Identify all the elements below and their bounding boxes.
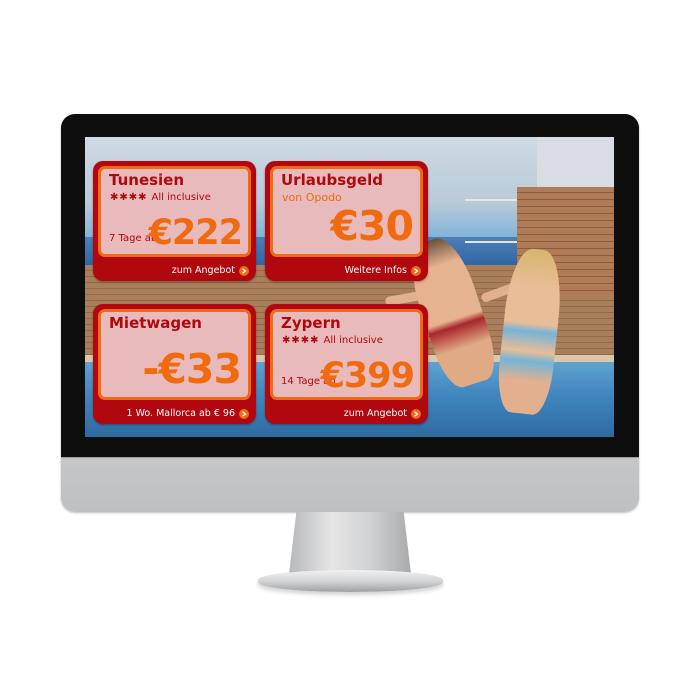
offer-price: €30 bbox=[330, 202, 414, 250]
stars-rating: ✱✱✱✱ bbox=[282, 335, 320, 346]
monitor-stand-neck bbox=[289, 512, 411, 574]
offer-price: €222 bbox=[148, 213, 243, 253]
offer-link[interactable]: zum Angebot bbox=[344, 408, 421, 419]
offer-card-panel: Urlaubsgeld von Opodo €30 bbox=[270, 166, 423, 257]
offer-board-type: All inclusive bbox=[151, 192, 211, 203]
stars-rating: ✱✱✱✱ bbox=[110, 192, 148, 203]
chevron-right-icon bbox=[411, 265, 421, 276]
offer-card-urlaubsgeld[interactable]: Urlaubsgeld von Opodo €30 Weitere Infos bbox=[265, 161, 428, 281]
monitor-chin-divider bbox=[61, 457, 639, 458]
offer-card-panel: Tunesien ✱✱✱✱ All inclusive 7 Tage ab €22… bbox=[98, 166, 251, 257]
offer-link-label: zum Angebot bbox=[343, 408, 407, 419]
offer-link-label: zum Angebot bbox=[171, 265, 235, 276]
offer-link-label: Weitere Infos bbox=[344, 265, 407, 276]
offer-card-mietwagen[interactable]: Mietwagen -€33 1 Wo. Mallorca ab € 96 bbox=[93, 304, 256, 424]
offer-link[interactable]: Weitere Infos bbox=[345, 265, 421, 276]
offer-title: Zypern bbox=[281, 314, 341, 332]
offer-price: €399 bbox=[320, 356, 415, 396]
offer-rating: ✱✱✱✱ All inclusive bbox=[282, 335, 383, 346]
chevron-right-icon bbox=[411, 408, 421, 419]
offer-link[interactable]: zum Angebot bbox=[172, 265, 249, 276]
chevron-right-icon bbox=[239, 408, 249, 419]
offer-link-label: 1 Wo. Mallorca ab € 96 bbox=[126, 408, 235, 419]
offer-card-zypern[interactable]: Zypern ✱✱✱✱ All inclusive 14 Tage ab €399… bbox=[265, 304, 428, 424]
chevron-right-icon bbox=[239, 265, 249, 276]
screen: Tunesien ✱✱✱✱ All inclusive 7 Tage ab €22… bbox=[85, 137, 614, 437]
offer-title: Mietwagen bbox=[109, 314, 202, 332]
background-roof bbox=[537, 137, 614, 189]
background-rail bbox=[465, 199, 525, 243]
offer-link[interactable]: 1 Wo. Mallorca ab € 96 bbox=[127, 408, 249, 419]
offer-card-tunesien[interactable]: Tunesien ✱✱✱✱ All inclusive 7 Tage ab €22… bbox=[93, 161, 256, 281]
monitor-stand-base bbox=[258, 570, 443, 592]
offer-card-panel: Mietwagen -€33 bbox=[98, 309, 251, 400]
offer-rating: ✱✱✱✱ All inclusive bbox=[110, 192, 211, 203]
offer-price: -€33 bbox=[142, 345, 242, 393]
offer-card-panel: Zypern ✱✱✱✱ All inclusive 14 Tage ab €399 bbox=[270, 309, 423, 400]
offer-title: Urlaubsgeld bbox=[281, 171, 383, 189]
offer-title: Tunesien bbox=[109, 171, 185, 189]
offer-board-type: All inclusive bbox=[323, 335, 383, 346]
